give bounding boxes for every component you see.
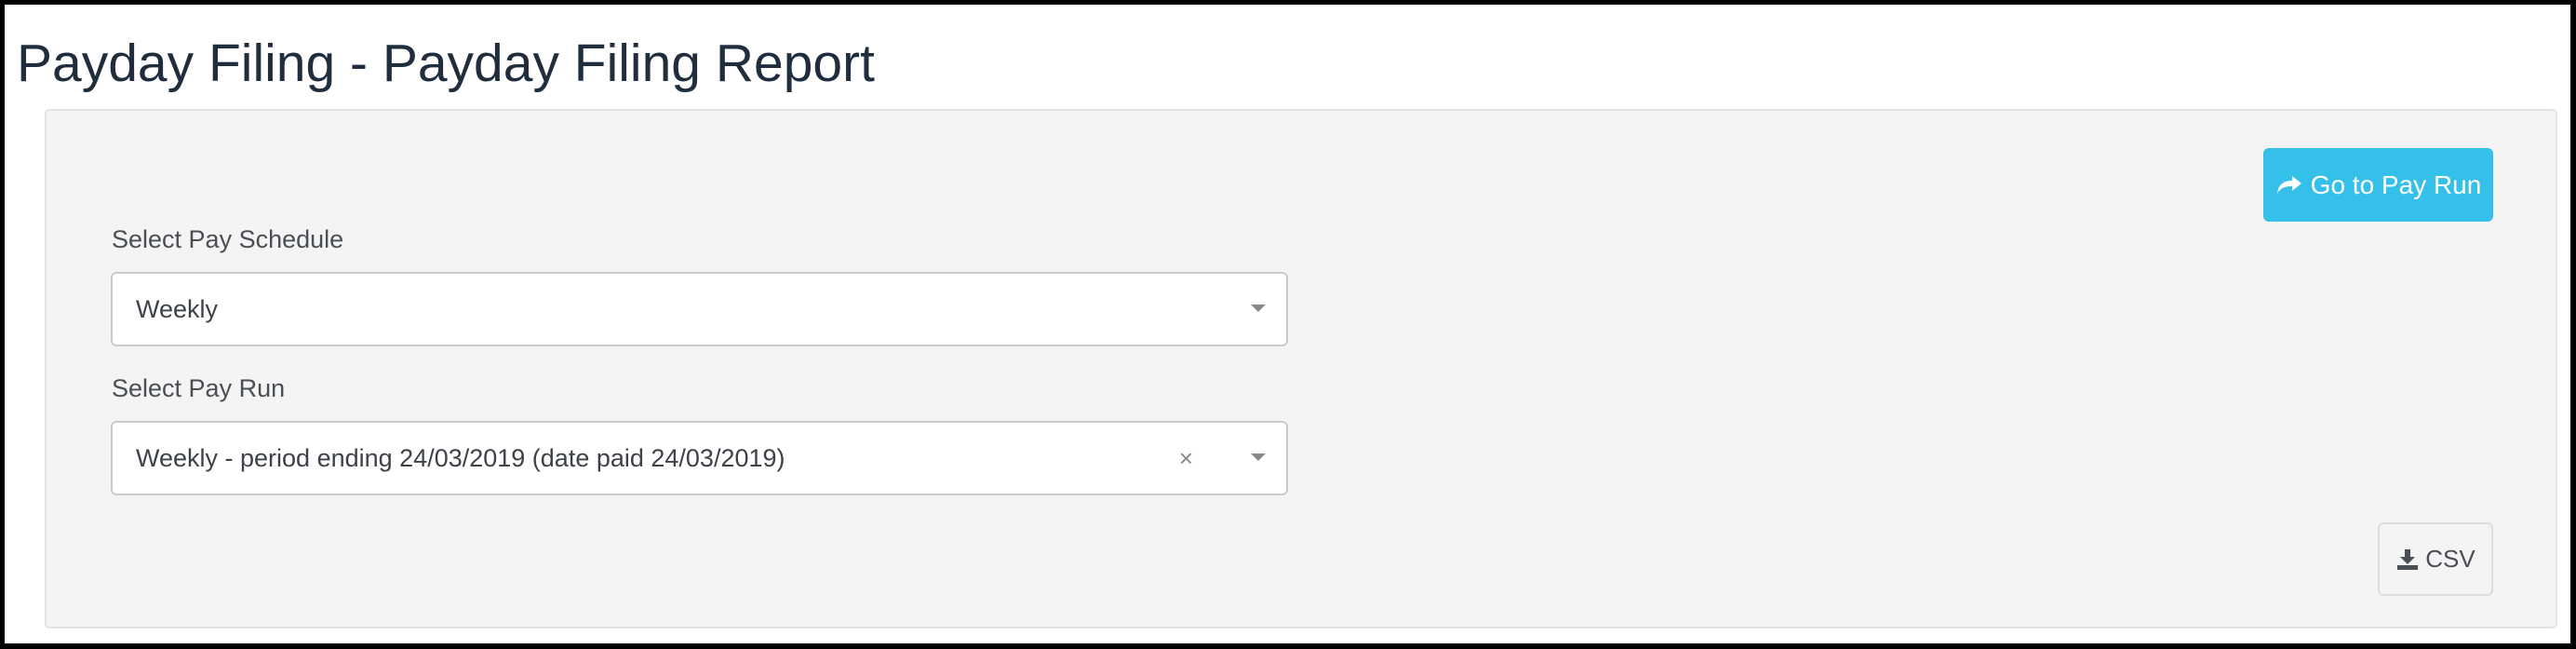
chevron-down-icon[interactable] xyxy=(1251,453,1266,461)
page-title: Payday Filing - Payday Filing Report xyxy=(17,34,875,93)
csv-label: CSV xyxy=(2425,545,2475,573)
chevron-down-icon[interactable] xyxy=(1251,304,1266,312)
csv-download-button[interactable]: CSV xyxy=(2378,522,2493,596)
clear-selection-icon[interactable]: × xyxy=(1179,423,1193,494)
pay-run-label: Select Pay Run xyxy=(112,374,286,402)
pay-schedule-select[interactable]: Weekly xyxy=(111,272,1288,346)
pay-schedule-label: Select Pay Schedule xyxy=(112,225,344,253)
report-panel: Go to Pay Run Select Pay Schedule Weekly… xyxy=(45,109,2557,629)
page-frame: Payday Filing - Payday Filing Report Go … xyxy=(5,5,2570,643)
pay-run-select[interactable]: Weekly - period ending 24/03/2019 (date … xyxy=(111,421,1288,495)
pay-schedule-value: Weekly xyxy=(136,295,219,323)
share-arrow-icon xyxy=(2275,174,2303,196)
go-to-pay-run-label: Go to Pay Run xyxy=(2310,169,2482,199)
go-to-pay-run-button[interactable]: Go to Pay Run xyxy=(2263,148,2493,222)
download-icon xyxy=(2395,548,2420,572)
pay-run-value: Weekly - period ending 24/03/2019 (date … xyxy=(136,444,785,472)
